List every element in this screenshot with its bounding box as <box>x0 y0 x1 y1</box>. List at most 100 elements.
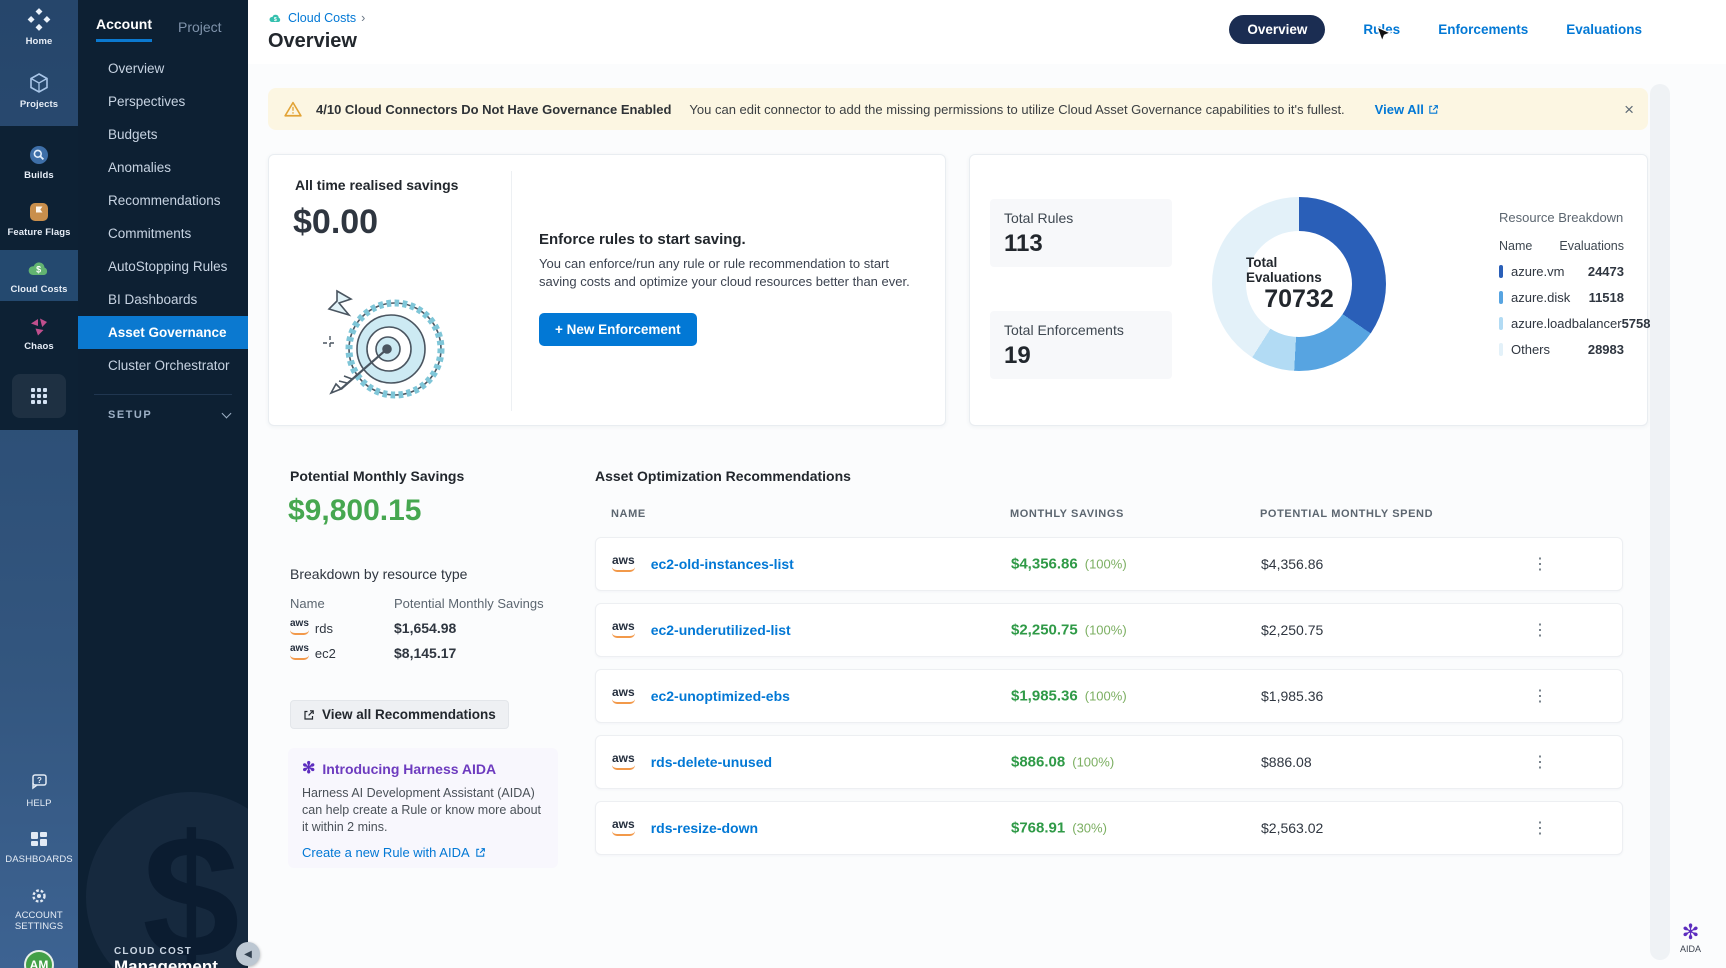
sidebar-item-commitments[interactable]: Commitments <box>78 217 248 250</box>
account-settings-button[interactable]: ACCOUNTSETTINGS <box>0 883 78 934</box>
sidebar-item-builds[interactable]: Builds <box>0 136 78 187</box>
aws-logo-icon: aws <box>612 620 635 638</box>
sidebar-item-bi-dashboards[interactable]: BI Dashboards <box>78 283 248 316</box>
sidebar-item-perspectives[interactable]: Perspectives <box>78 85 248 118</box>
cloud-costs-icon: $ <box>268 12 283 24</box>
tab-project[interactable]: Project <box>178 19 222 42</box>
sidebar-item-budgets[interactable]: Budgets <box>78 118 248 151</box>
aws-logo-icon: aws <box>290 619 309 635</box>
sidebar-item-anomalies[interactable]: Anomalies <box>78 151 248 184</box>
module-label: Cloud Costs <box>0 284 78 295</box>
module-label: Home <box>0 36 78 47</box>
setup-section-toggle[interactable]: SETUP <box>78 395 248 421</box>
realised-savings-title: All time realised savings <box>295 177 458 193</box>
aida-assistant-button[interactable]: ✻ AIDA <box>1680 922 1701 954</box>
monthly-savings-cell: $4,356.86(100%) <box>1011 556 1127 573</box>
module-picker-button[interactable] <box>12 374 66 418</box>
monthly-savings-cell: $886.08(100%) <box>1011 754 1114 771</box>
tab-evaluations[interactable]: Evaluations <box>1566 22 1642 37</box>
sidebar-item-home[interactable]: Home <box>0 0 78 53</box>
dashboards-icon <box>28 829 50 851</box>
tab-account[interactable]: Account <box>96 16 152 42</box>
aws-logo-icon: aws <box>290 644 309 660</box>
monthly-spend-cell: $886.08 <box>1261 754 1312 770</box>
avatar[interactable]: AM <box>24 950 54 968</box>
legend-row: azure.disk11518 <box>1499 290 1624 305</box>
banner-view-all-link[interactable]: View All <box>1375 102 1439 117</box>
aida-flower-icon: ✻ <box>302 761 315 777</box>
donut-center-label: Total Evaluations <box>1246 255 1352 285</box>
scope-tabs: Account Project <box>78 0 248 42</box>
sidebar-item-feature-flags[interactable]: Feature Flags <box>0 193 78 244</box>
legend-swatch <box>1499 343 1503 356</box>
dashboards-label: DASHBOARDS <box>0 854 78 865</box>
create-rule-with-aida-link[interactable]: Create a new Rule with AIDA <box>302 845 544 860</box>
legend-row: azure.vm24473 <box>1499 264 1624 279</box>
rule-link[interactable]: awsec2-unoptimized-ebs <box>612 687 790 705</box>
rule-link[interactable]: awsrds-resize-down <box>612 819 758 837</box>
help-button[interactable]: ? HELP <box>0 769 78 811</box>
realised-savings-amount: $0.00 <box>293 203 378 242</box>
enforce-cta-body: You can enforce/run any rule or rule rec… <box>539 255 919 290</box>
main-content: $ Cloud Costs › Overview Overview Rules … <box>248 0 1726 968</box>
realised-savings-card: All time realised savings $0.00 Enforce … <box>268 154 946 426</box>
ccm-sidebar: Account Project Overview Perspectives Bu… <box>78 0 248 968</box>
sidebar-item-projects[interactable]: Projects <box>0 65 78 116</box>
module-label: Chaos <box>0 341 78 352</box>
row-menu-icon[interactable]: ⋮ <box>1532 818 1548 838</box>
total-rules-label: Total Rules <box>1004 210 1158 226</box>
row-menu-icon[interactable]: ⋮ <box>1532 686 1548 706</box>
sidebar-nav: Overview Perspectives Budgets Anomalies … <box>78 52 248 382</box>
breakdown-title: Breakdown by resource type <box>290 566 467 582</box>
legend-value: 24473 <box>1588 264 1624 279</box>
rule-link[interactable]: awsec2-old-instances-list <box>612 555 794 573</box>
page-header: $ Cloud Costs › Overview Overview Rules … <box>248 0 1726 64</box>
target-illustration <box>295 277 465 409</box>
sidebar-item-overview[interactable]: Overview <box>78 52 248 85</box>
breadcrumb[interactable]: $ Cloud Costs › <box>268 11 365 25</box>
sidebar-item-asset-governance[interactable]: Asset Governance <box>78 316 248 349</box>
legend-row: azure.loadbalancer5758 <box>1499 316 1624 331</box>
builds-icon <box>27 143 51 167</box>
new-enforcement-button[interactable]: + New Enforcement <box>539 313 697 346</box>
enforce-cta-title: Enforce rules to start saving. <box>539 231 746 248</box>
row-menu-icon[interactable]: ⋮ <box>1532 620 1548 640</box>
row-menu-icon[interactable]: ⋮ <box>1532 554 1548 574</box>
divider <box>511 171 512 411</box>
dashboards-button[interactable]: DASHBOARDS <box>0 827 78 867</box>
chaos-icon <box>27 314 51 338</box>
rule-link[interactable]: awsrds-delete-unused <box>612 753 772 771</box>
table-row: awsrds-delete-unused $886.08(100%) $886.… <box>595 735 1623 789</box>
rule-link[interactable]: awsec2-underutilized-list <box>612 621 791 639</box>
tab-rules[interactable]: Rules <box>1363 22 1400 37</box>
tab-enforcements[interactable]: Enforcements <box>1438 22 1528 37</box>
scrollbar-track[interactable] <box>1650 84 1670 960</box>
rail-bottom-section: ? HELP DASHBOARDS ACCOUNTSETTINGS AM <box>0 769 78 968</box>
view-all-recommendations-button[interactable]: View all Recommendations <box>290 700 509 729</box>
row-menu-icon[interactable]: ⋮ <box>1532 752 1548 772</box>
donut-center: Total Evaluations 70732 <box>1246 231 1352 337</box>
feature-flags-icon <box>27 200 51 224</box>
sidebar-item-cloud-costs[interactable]: $ Cloud Costs <box>0 250 78 301</box>
sidebar-item-autostopping-rules[interactable]: AutoStopping Rules <box>78 250 248 283</box>
banner-body: You can edit connector to add the missin… <box>689 102 1344 117</box>
table-row: awsec2-underutilized-list $2,250.75(100%… <box>595 603 1623 657</box>
table-row: awsec2-unoptimized-ebs $1,985.36(100%) $… <box>595 669 1623 723</box>
aida-promo-card: ✻ Introducing Harness AIDA Harness AI De… <box>288 748 558 868</box>
legend-label: azure.loadbalancer <box>1511 316 1622 331</box>
tab-overview[interactable]: Overview <box>1229 15 1325 44</box>
governance-tabs: Overview Rules Enforcements Evaluations <box>1229 15 1642 44</box>
total-enforcements-label: Total Enforcements <box>1004 322 1158 338</box>
dollar-watermark: $ <box>86 792 248 968</box>
sidebar-footer: CLOUD COST Management <box>114 946 218 968</box>
close-icon[interactable]: × <box>1624 101 1634 118</box>
sidebar-item-cluster-orchestrator[interactable]: Cluster Orchestrator <box>78 349 248 382</box>
svg-text:?: ? <box>37 776 42 785</box>
sidebar-collapse-button[interactable]: ◀ <box>236 942 260 966</box>
sidebar-item-chaos[interactable]: Chaos <box>0 307 78 358</box>
aida-card-body: Harness AI Development Assistant (AIDA) … <box>302 785 544 836</box>
monthly-spend-cell: $4,356.86 <box>1261 556 1323 572</box>
aws-logo-icon: aws <box>612 554 635 572</box>
sidebar-item-recommendations[interactable]: Recommendations <box>78 184 248 217</box>
table-row: awsec2-old-instances-list $4,356.86(100%… <box>595 537 1623 591</box>
